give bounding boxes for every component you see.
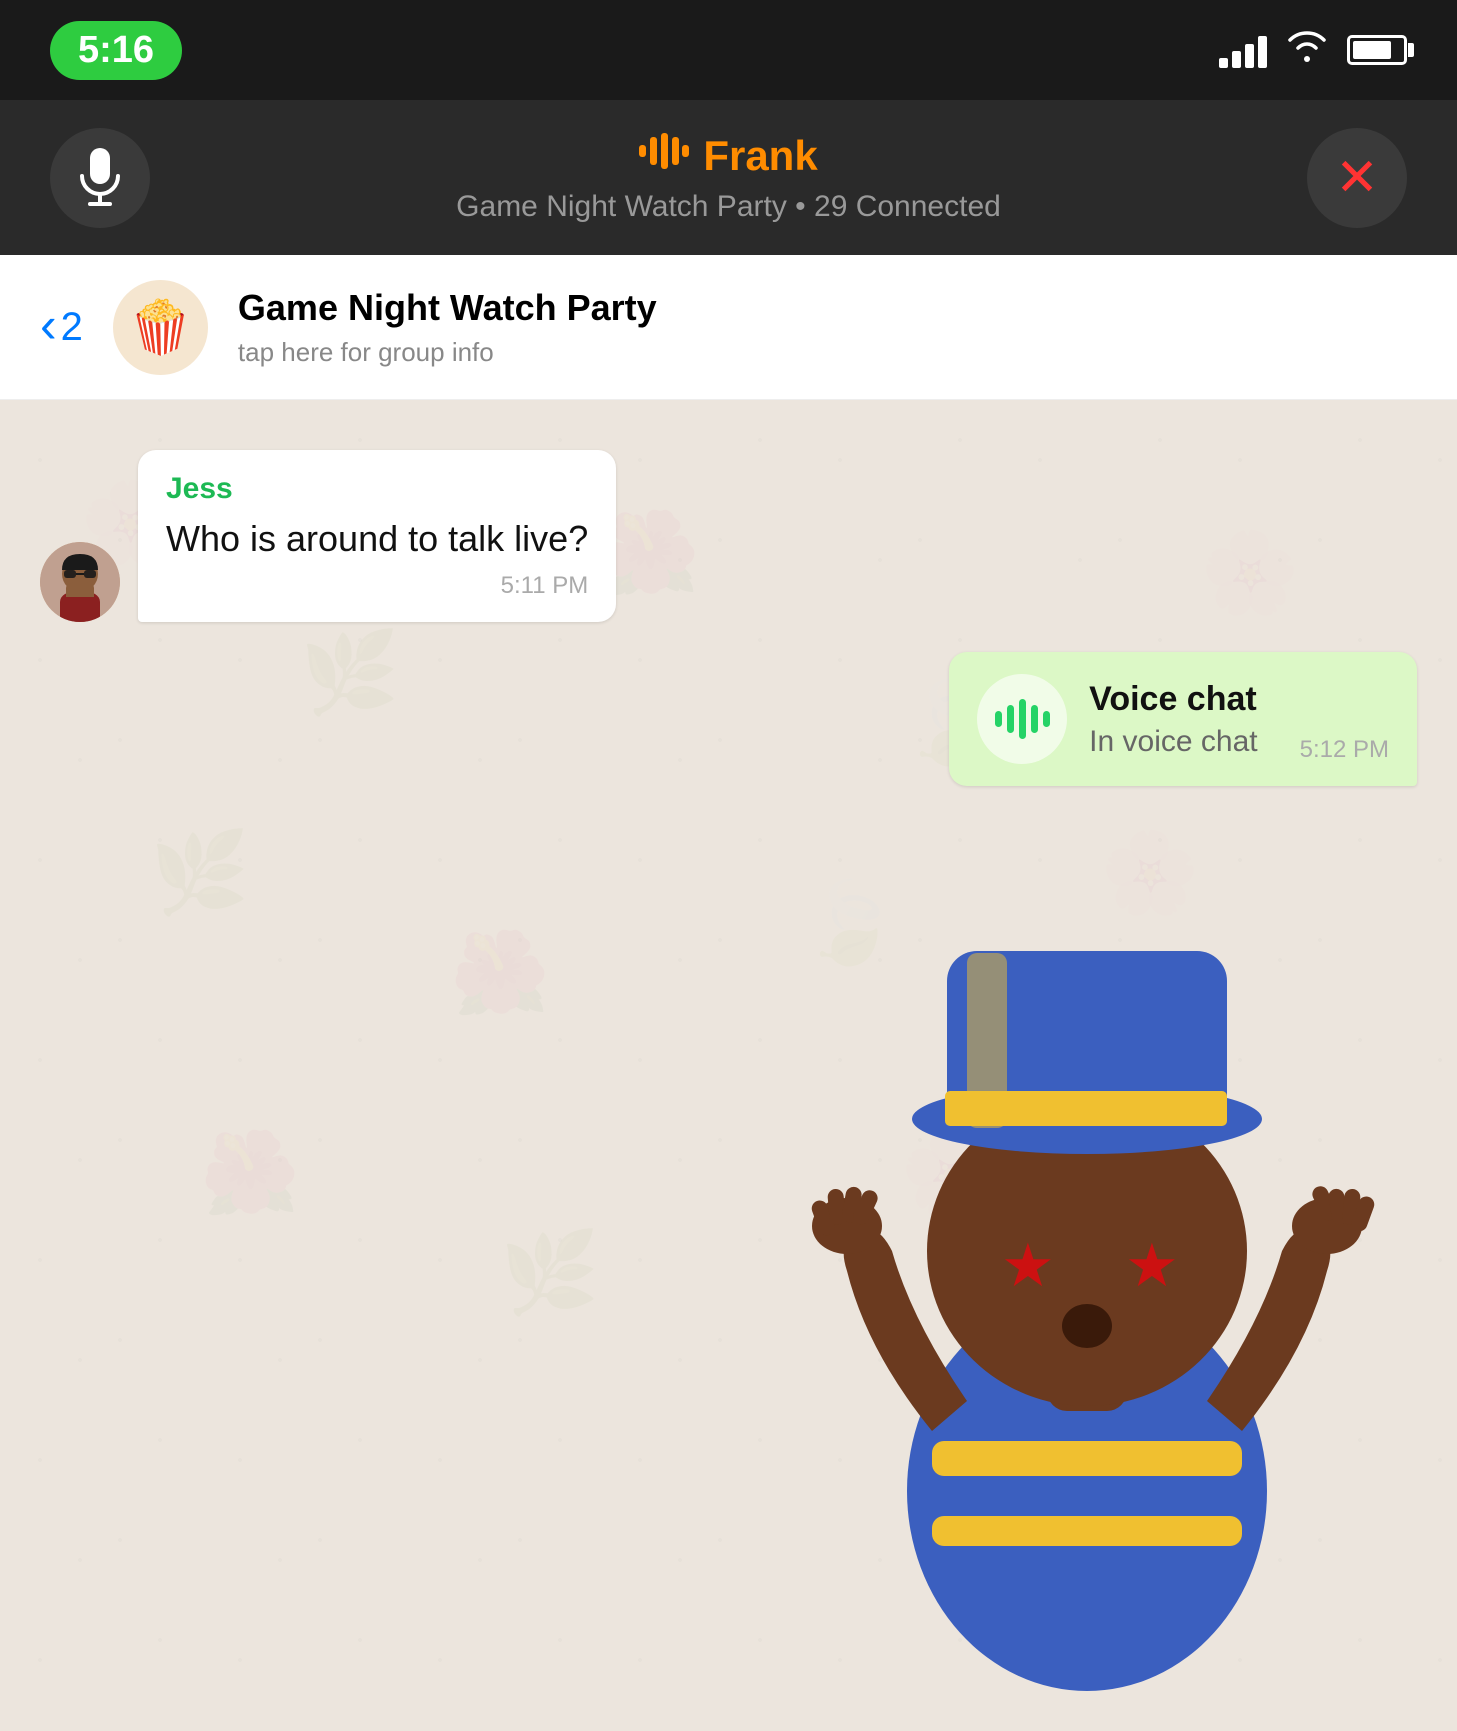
back-chevron-icon: ‹	[40, 296, 57, 354]
status-time: 5:16	[50, 21, 182, 80]
voice-bar-center: Frank Game Night Watch Party • 29 Connec…	[456, 132, 1001, 224]
avatar-jess	[40, 542, 120, 622]
waveform-icon	[639, 133, 689, 178]
svg-text:🌺: 🌺	[450, 927, 550, 1018]
svg-text:★: ★	[1125, 1232, 1179, 1299]
voice-bar-subtitle: Game Night Watch Party • 29 Connected	[456, 190, 1001, 224]
group-tap-hint: tap here for group info	[238, 337, 657, 368]
svg-text:🌺: 🌺	[200, 1127, 300, 1218]
voice-bars-icon	[995, 697, 1050, 741]
message-text-jess: Who is around to talk live?	[166, 514, 588, 564]
message-outgoing-voice: Voice chat In voice chat 5:12 PM	[40, 652, 1417, 786]
back-count: 2	[61, 305, 83, 350]
voice-call-bar: Frank Game Night Watch Party • 29 Connec…	[0, 100, 1457, 255]
chat-header: ‹ 2 🍿 Game Night Watch Party tap here fo…	[0, 255, 1457, 400]
group-emoji: 🍿	[128, 297, 193, 358]
messages-container: Jess Who is around to talk live? 5:11 PM	[0, 430, 1457, 806]
message-bubble-outgoing[interactable]: Voice chat In voice chat 5:12 PM	[949, 652, 1417, 786]
signal-icon	[1219, 32, 1267, 68]
status-icons	[1219, 28, 1407, 73]
voice-bar-title: Frank	[639, 132, 817, 180]
wifi-icon	[1285, 28, 1329, 73]
message-incoming-jess: Jess Who is around to talk live? 5:11 PM	[40, 450, 1142, 622]
svg-text:🌿: 🌿	[150, 827, 250, 918]
voice-chat-title: Voice chat	[1089, 680, 1257, 719]
message-time-jess: 5:11 PM	[166, 572, 588, 600]
close-call-button[interactable]: ✕	[1307, 128, 1407, 228]
sticker-character: ★ ★	[747, 871, 1427, 1731]
voice-chat-subtitle: In voice chat	[1089, 725, 1257, 759]
mic-button[interactable]	[50, 128, 150, 228]
status-bar: 5:16	[0, 0, 1457, 100]
group-name: Game Night Watch Party	[238, 287, 657, 329]
battery-icon	[1347, 35, 1407, 65]
voice-chat-content: Voice chat In voice chat	[1089, 680, 1257, 759]
contact-name: Frank	[703, 132, 817, 180]
group-avatar: 🍿	[113, 280, 208, 375]
message-bubble-incoming: Jess Who is around to talk live? 5:11 PM	[138, 450, 616, 622]
voice-chat-time: 5:12 PM	[1280, 736, 1389, 764]
message-sender: Jess	[166, 472, 588, 506]
voice-chat-icon	[977, 674, 1067, 764]
svg-text:★: ★	[1001, 1232, 1055, 1299]
back-button[interactable]: ‹ 2	[40, 300, 83, 354]
svg-text:🌿: 🌿	[500, 1227, 600, 1318]
group-info[interactable]: Game Night Watch Party tap here for grou…	[238, 287, 657, 368]
chat-background: 🌸 🌿 🌺 🍃 🌸 🌿 🌺 🍃 🌸 🌺 🌿 🌸	[0, 400, 1457, 1731]
close-icon: ✕	[1335, 152, 1379, 204]
